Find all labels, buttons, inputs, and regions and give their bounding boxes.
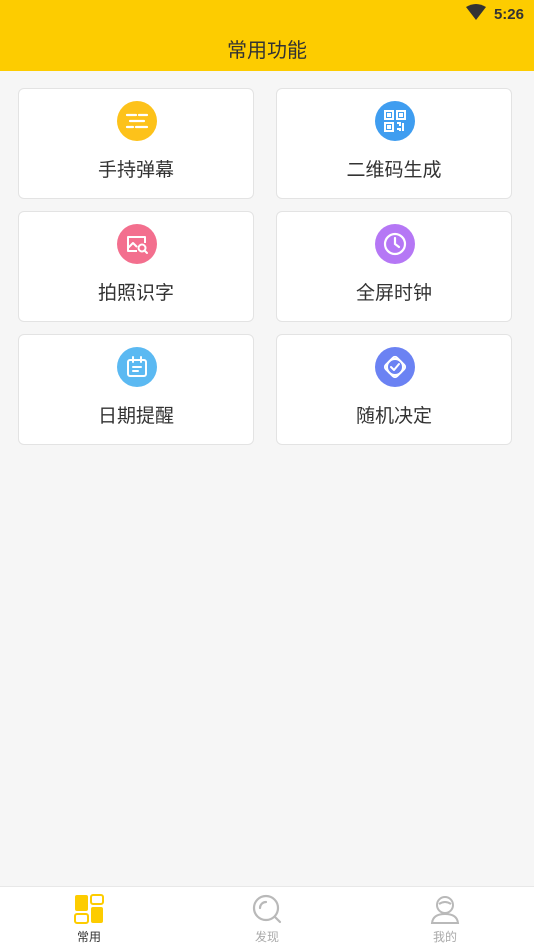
feature-label: 随机决定 [355,405,432,427]
page-title: 常用功能 [227,38,307,62]
feature-card-random[interactable]: 随机决定 [276,334,512,445]
feature-card-photo-ocr[interactable]: 拍照识字 [18,211,254,322]
clock-icon [375,224,415,264]
status-time: 5:26 [493,5,524,23]
feature-card-qrcode[interactable]: 二维码生成 [276,88,512,199]
profile-icon [430,894,460,924]
feature-card-reminder[interactable]: 日期提醒 [18,334,254,445]
feature-label: 日期提醒 [97,405,174,427]
danmaku-icon [117,101,157,141]
tab-profile[interactable]: 我的 [356,887,534,949]
feature-label: 手持弹幕 [97,159,174,181]
feature-grid: 手持弹幕 二维码生成 拍照识字 全屏时钟 日期提醒 随机决定 [18,88,514,445]
bottom-tab-bar: 常用 发现 我的 [0,886,534,949]
wifi-icon [465,4,486,24]
random-icon [375,347,415,387]
photo-ocr-icon [117,224,157,264]
tab-label: 我的 [432,930,457,944]
tab-label: 常用 [76,930,101,944]
header-bar: 5:26 常用功能 [0,0,534,71]
tab-label: 发现 [254,930,279,944]
qrcode-icon [375,101,415,141]
discover-icon [252,894,282,924]
feature-label: 拍照识字 [97,282,174,304]
tab-discover[interactable]: 发现 [178,887,356,949]
tab-common[interactable]: 常用 [0,887,178,949]
feature-card-danmaku[interactable]: 手持弹幕 [18,88,254,199]
feature-label: 二维码生成 [346,159,442,181]
calendar-icon [117,347,157,387]
status-bar: 5:26 [465,4,524,24]
feature-card-clock[interactable]: 全屏时钟 [276,211,512,322]
common-grid-icon [74,894,104,924]
feature-label: 全屏时钟 [355,282,432,304]
